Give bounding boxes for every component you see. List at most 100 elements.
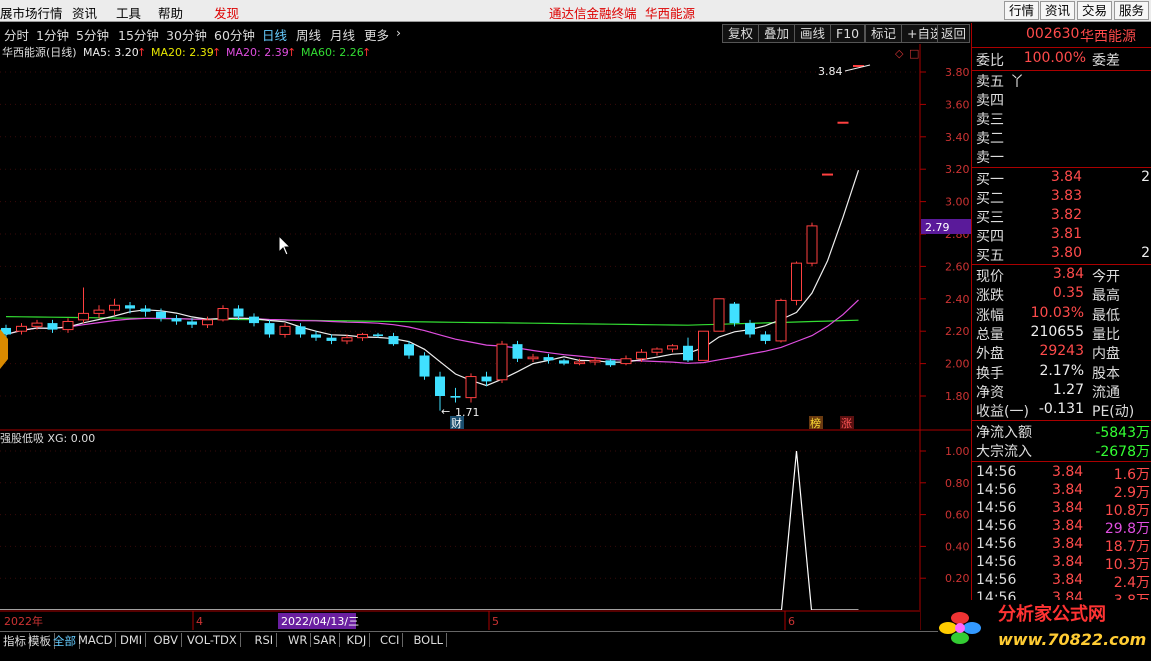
buy1-volume: 2	[1141, 169, 1150, 185]
btn-trade[interactable]: 交易	[1077, 1, 1113, 20]
period-more[interactable]: 更多	[364, 25, 389, 44]
period-1min[interactable]: 1分钟	[36, 25, 69, 44]
buy5-row[interactable]: 买五 3.80 2	[976, 245, 1151, 264]
chevron-right-icon[interactable]: ›	[396, 25, 401, 40]
candle[interactable]	[620, 355, 632, 366]
indicator-tab[interactable]: OBV	[151, 633, 182, 647]
candle[interactable]	[806, 222, 818, 267]
candle[interactable]	[450, 387, 461, 403]
candle[interactable]	[543, 353, 554, 364]
square-icon[interactable]: □	[909, 47, 919, 60]
buy3-row[interactable]: 买三 3.82	[976, 207, 1151, 226]
candle[interactable]	[745, 319, 755, 338]
candle[interactable]	[667, 344, 678, 353]
btn-mark[interactable]: 标记	[865, 24, 903, 43]
candle[interactable]	[233, 305, 244, 320]
btn-f10[interactable]: F10	[830, 24, 866, 43]
indicator-tab[interactable]: SAR	[310, 633, 341, 647]
candle[interactable]	[140, 305, 151, 317]
candle[interactable]	[853, 65, 864, 68]
menu-tools[interactable]: 工具	[116, 3, 141, 22]
candle[interactable]	[279, 323, 291, 338]
kline-chart[interactable]: 3.803.603.403.203.002.802.602.402.202.00…	[0, 44, 971, 630]
indicator-tab[interactable]: KDJ	[344, 633, 371, 647]
price-tick-label: 2.40	[945, 293, 970, 306]
btn-info[interactable]: 资讯	[1040, 1, 1076, 20]
indicator-tab[interactable]: MACD	[75, 633, 117, 647]
candle[interactable]	[249, 313, 259, 327]
candle[interactable]	[78, 287, 89, 324]
candle[interactable]	[47, 319, 58, 333]
up-arrow-icon: ↑	[137, 46, 146, 59]
candle[interactable]	[496, 340, 508, 384]
btn-quote[interactable]: 行情	[1004, 1, 1040, 20]
period-timeshare[interactable]: 分时	[4, 25, 29, 44]
candle[interactable]	[713, 298, 725, 332]
candle[interactable]	[837, 121, 849, 124]
period-60min[interactable]: 60分钟	[214, 25, 255, 44]
stat-value: 29243	[1039, 343, 1084, 360]
indicator-tab[interactable]: DMI	[117, 633, 147, 647]
candle[interactable]	[527, 353, 539, 362]
price-tick-label: 3.40	[945, 131, 970, 144]
tick-volume: 10.8万	[1104, 503, 1150, 519]
buy3-price: 3.82	[1050, 207, 1082, 223]
buy1-price: 3.84	[1050, 169, 1082, 185]
indicator-tab[interactable]: CCI	[377, 633, 404, 647]
candle[interactable]	[729, 302, 740, 327]
indicator-tab[interactable]: VOL-TDX	[184, 633, 241, 647]
flow-row: 净流入额 -5843万	[976, 422, 1151, 441]
candle[interactable]	[512, 340, 523, 362]
candle[interactable]	[217, 305, 229, 322]
price-tick-label: 3.80	[945, 66, 970, 79]
candle[interactable]	[388, 332, 399, 346]
candle[interactable]	[775, 298, 787, 343]
buy5-price: 3.80	[1050, 245, 1082, 261]
buy2-price: 3.83	[1050, 188, 1082, 204]
indicator-tab[interactable]: WR	[285, 633, 312, 647]
btn-draw[interactable]: 画线	[794, 24, 832, 43]
period-weekly[interactable]: 周线	[296, 25, 321, 44]
candle[interactable]	[264, 319, 275, 338]
stat-value: 10.03%	[1030, 304, 1084, 321]
candle[interactable]	[109, 298, 120, 315]
btn-overlay[interactable]: 叠加	[758, 24, 796, 43]
candle[interactable]	[419, 352, 430, 380]
stat-label: 涨跌	[976, 288, 1004, 305]
candle[interactable]	[93, 305, 105, 319]
diamond-icon[interactable]: ◇	[895, 47, 904, 60]
candle[interactable]	[311, 331, 321, 341]
candle[interactable]	[62, 318, 74, 333]
tick-row: 14:56 3.84 10.3万	[976, 554, 1151, 573]
window-title: 通达信金融终端	[549, 6, 637, 21]
period-5min[interactable]: 5分钟	[76, 25, 109, 44]
candle[interactable]	[698, 330, 709, 361]
period-daily[interactable]: 日线	[262, 25, 287, 44]
buy1-row[interactable]: 买一 3.84 2	[976, 169, 1151, 188]
period-30min[interactable]: 30分钟	[166, 25, 207, 44]
menu-discover[interactable]: 发现	[214, 3, 239, 22]
period-15min[interactable]: 15分钟	[118, 25, 159, 44]
candle[interactable]	[683, 337, 693, 362]
candle[interactable]	[822, 173, 833, 176]
candle[interactable]	[791, 261, 802, 306]
btn-fuquan[interactable]: 复权	[722, 24, 760, 43]
menu-help[interactable]: 帮助	[158, 3, 183, 22]
candle[interactable]	[171, 315, 182, 325]
btn-service[interactable]: 服务	[1114, 1, 1150, 20]
candle[interactable]	[559, 358, 569, 366]
buy4-row[interactable]: 买四 3.81	[976, 226, 1151, 245]
candle[interactable]	[16, 323, 27, 335]
candle[interactable]	[760, 331, 771, 345]
indicator-tab[interactable]: RSI	[252, 633, 278, 647]
indicator-tab[interactable]: BOLL	[411, 633, 448, 647]
candle[interactable]	[651, 347, 663, 356]
period-monthly[interactable]: 月线	[330, 25, 355, 44]
btn-back[interactable]: 返回	[937, 24, 970, 43]
candle[interactable]	[465, 373, 477, 403]
candle[interactable]	[326, 334, 337, 345]
buy2-row[interactable]: 买二 3.83	[976, 188, 1151, 207]
menu-market[interactable]: 展市场行情	[0, 3, 63, 22]
menu-news[interactable]: 资讯	[72, 3, 97, 22]
candle[interactable]	[357, 332, 368, 341]
